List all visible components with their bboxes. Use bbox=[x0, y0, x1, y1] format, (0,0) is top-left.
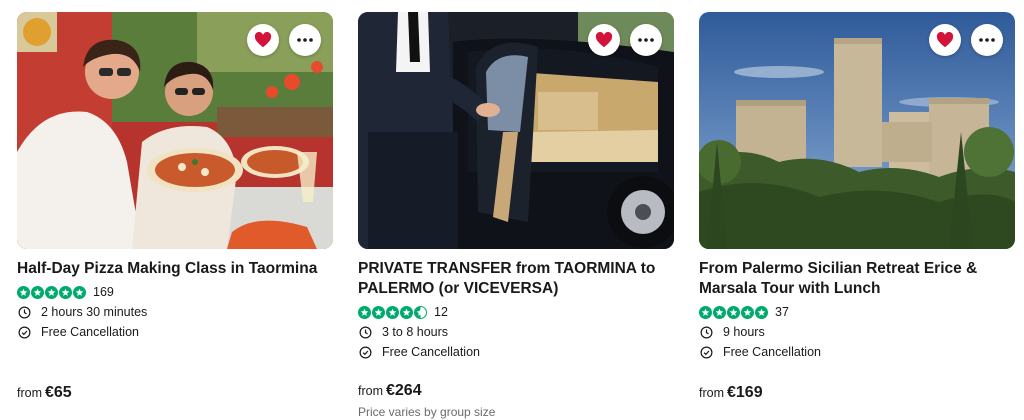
cancellation-row: Free Cancellation bbox=[358, 345, 674, 359]
tour-title[interactable]: PRIVATE TRANSFER from TAORMINA to PALERM… bbox=[358, 259, 674, 299]
duration-text: 9 hours bbox=[723, 325, 765, 339]
heart-icon bbox=[595, 32, 613, 48]
price: from €169 bbox=[699, 384, 763, 402]
cancellation-row: Free Cancellation bbox=[17, 325, 333, 339]
tour-card[interactable]: From Palermo Sicilian Retreat Erice & Ma… bbox=[699, 12, 1015, 401]
price: from €65 bbox=[17, 384, 72, 402]
check-circle-icon bbox=[359, 346, 372, 358]
star-icon bbox=[73, 285, 86, 299]
tour-card[interactable]: PRIVATE TRANSFER from TAORMINA to PALERM… bbox=[358, 12, 674, 419]
star-icon bbox=[713, 305, 726, 319]
star-icon bbox=[400, 305, 413, 319]
check-circle-icon bbox=[18, 326, 31, 338]
star-icon bbox=[741, 305, 754, 319]
price-prefix: from bbox=[17, 386, 42, 400]
ellipsis-icon bbox=[297, 38, 313, 42]
rating-stars bbox=[358, 305, 427, 319]
review-count: 12 bbox=[434, 305, 448, 319]
rating-stars bbox=[699, 305, 768, 319]
price-amount: €264 bbox=[386, 382, 422, 399]
duration-row: 2 hours 30 minutes bbox=[17, 305, 333, 319]
star-icon bbox=[59, 285, 72, 299]
tour-photo[interactable] bbox=[699, 12, 1015, 249]
rating-row: 169 bbox=[17, 285, 333, 299]
price: from €264 bbox=[358, 382, 422, 400]
clock-icon bbox=[359, 326, 372, 338]
private-car-photo bbox=[358, 12, 674, 249]
rating-row: 37 bbox=[699, 305, 1015, 319]
star-icon bbox=[45, 285, 58, 299]
price-note: Price varies by group size bbox=[358, 405, 496, 419]
cancellation-text: Free Cancellation bbox=[723, 345, 821, 359]
duration-text: 3 to 8 hours bbox=[382, 325, 449, 339]
save-to-wishlist-button[interactable] bbox=[247, 24, 279, 56]
pizza-class-photo bbox=[17, 12, 333, 249]
save-to-wishlist-button[interactable] bbox=[588, 24, 620, 56]
tour-photo[interactable] bbox=[17, 12, 333, 249]
duration-row: 9 hours bbox=[699, 325, 1015, 339]
price-amount: €65 bbox=[45, 384, 72, 401]
tour-card[interactable]: Half-Day Pizza Making Class in Taormina … bbox=[17, 12, 333, 401]
star-icon bbox=[358, 305, 371, 319]
star-icon bbox=[372, 305, 385, 319]
ellipsis-icon bbox=[638, 38, 654, 42]
tour-photo[interactable] bbox=[358, 12, 674, 249]
star-icon bbox=[414, 305, 427, 319]
duration-text: 2 hours 30 minutes bbox=[41, 305, 148, 319]
cancellation-text: Free Cancellation bbox=[41, 325, 139, 339]
heart-icon bbox=[254, 32, 272, 48]
price-amount: €169 bbox=[727, 384, 763, 401]
clock-icon bbox=[18, 306, 31, 318]
cancellation-text: Free Cancellation bbox=[382, 345, 480, 359]
review-count: 37 bbox=[775, 305, 789, 319]
star-icon bbox=[386, 305, 399, 319]
check-circle-icon bbox=[700, 346, 713, 358]
star-icon bbox=[17, 285, 30, 299]
more-options-button[interactable] bbox=[971, 24, 1003, 56]
rating-row: 12 bbox=[358, 305, 674, 319]
tour-title[interactable]: From Palermo Sicilian Retreat Erice & Ma… bbox=[699, 259, 1015, 299]
clock-icon bbox=[700, 326, 713, 338]
price-prefix: from bbox=[358, 384, 383, 398]
duration-row: 3 to 8 hours bbox=[358, 325, 674, 339]
erice-castle-photo bbox=[699, 12, 1015, 249]
review-count: 169 bbox=[93, 285, 114, 299]
star-icon bbox=[755, 305, 768, 319]
ellipsis-icon bbox=[979, 38, 995, 42]
heart-icon bbox=[936, 32, 954, 48]
star-icon bbox=[727, 305, 740, 319]
cancellation-row: Free Cancellation bbox=[699, 345, 1015, 359]
star-icon bbox=[699, 305, 712, 319]
star-icon bbox=[31, 285, 44, 299]
tour-title[interactable]: Half-Day Pizza Making Class in Taormina bbox=[17, 259, 333, 279]
more-options-button[interactable] bbox=[630, 24, 662, 56]
price-prefix: from bbox=[699, 386, 724, 400]
save-to-wishlist-button[interactable] bbox=[929, 24, 961, 56]
rating-stars bbox=[17, 285, 86, 299]
more-options-button[interactable] bbox=[289, 24, 321, 56]
